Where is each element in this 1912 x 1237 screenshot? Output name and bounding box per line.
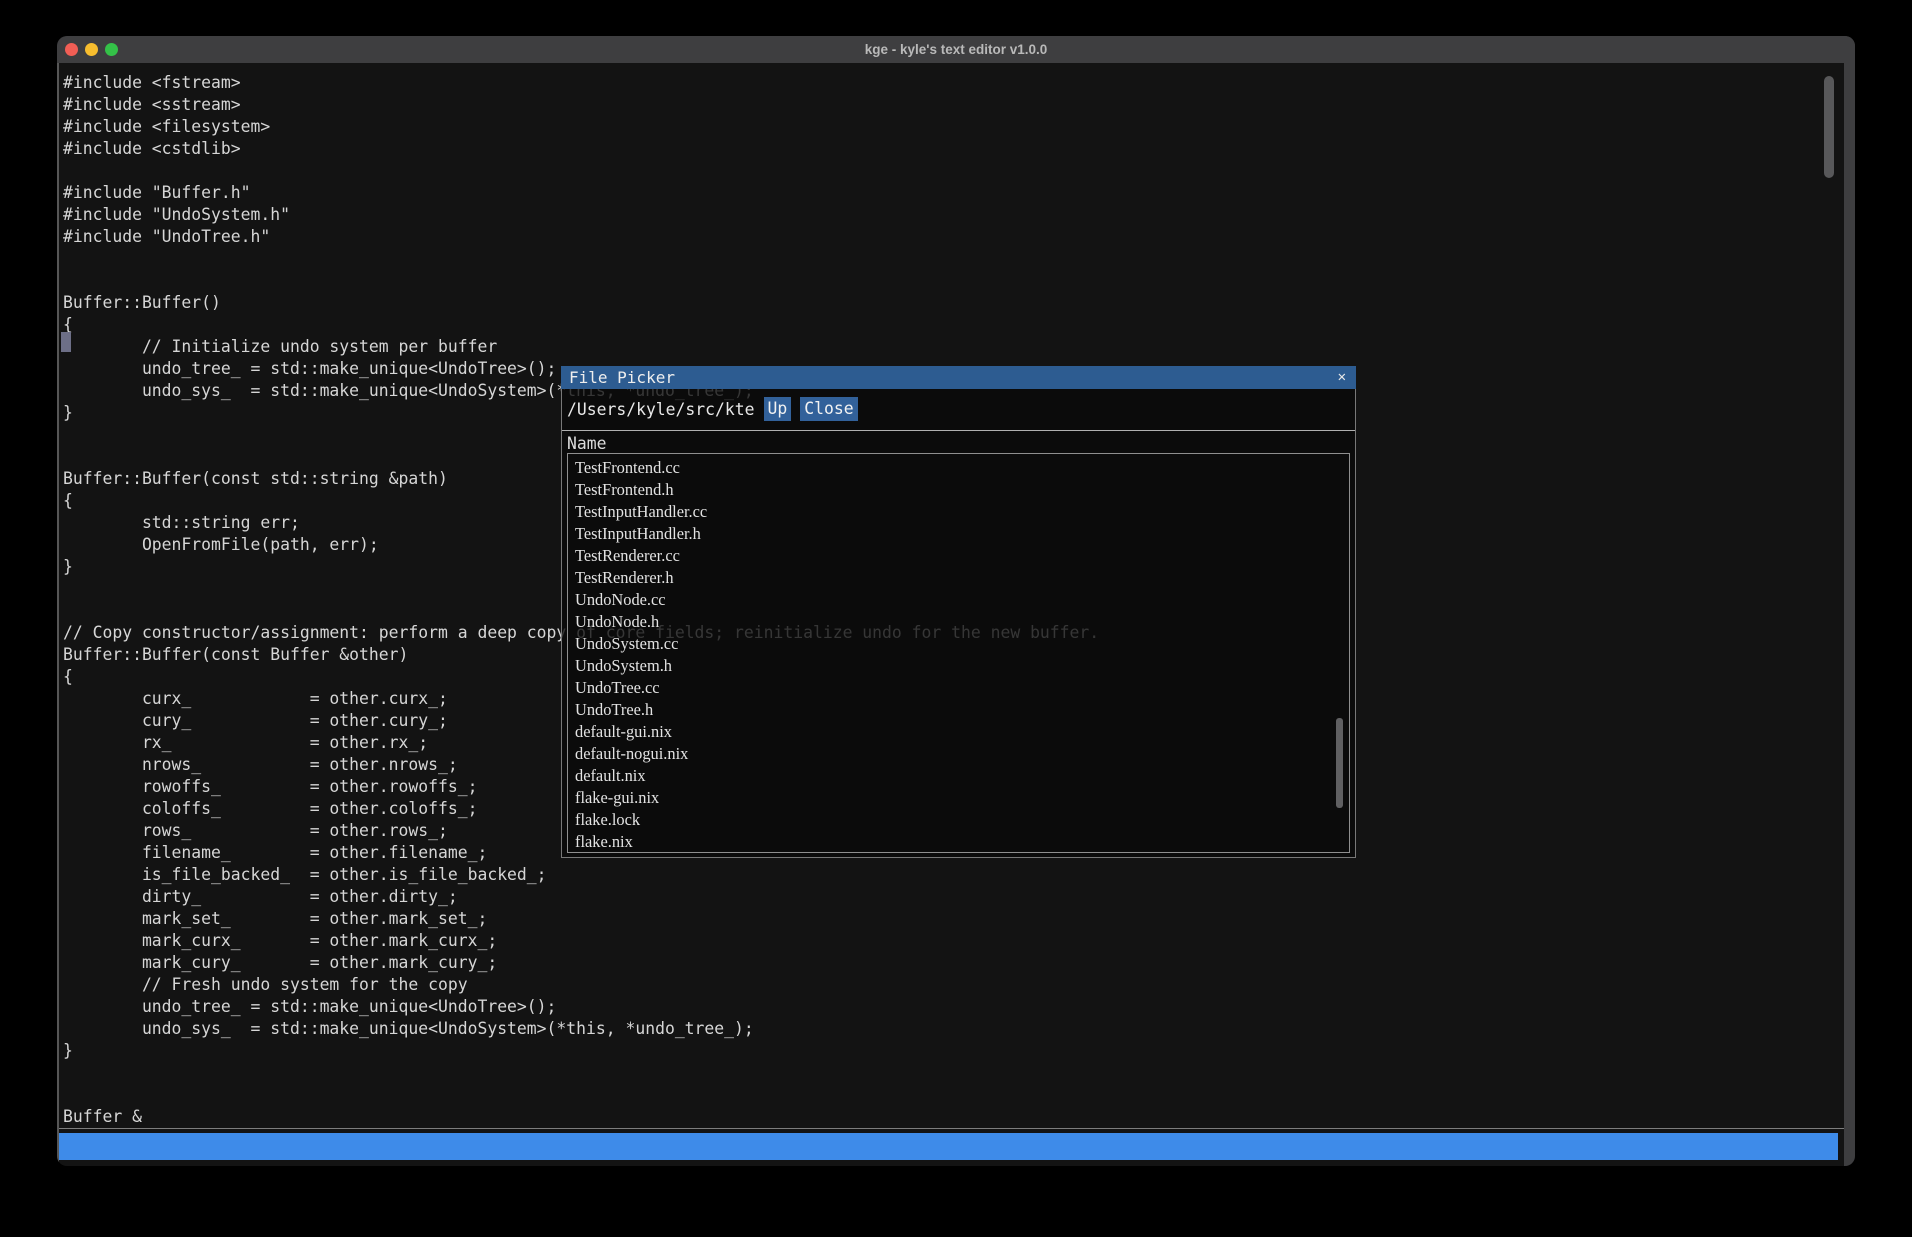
code-line: undo_tree_ = std::make_unique<UndoTree>(… [63, 996, 1844, 1018]
code-line [63, 1062, 1844, 1084]
status-version-file: kge v1.0.0 [1/1] Buffer.cc 486L [68, 1160, 384, 1166]
up-button[interactable]: Up [764, 397, 792, 421]
file-item[interactable]: flake.nix [575, 831, 1349, 853]
file-item[interactable]: UndoSystem.h [575, 655, 1349, 677]
file-item[interactable]: default-nogui.nix [575, 743, 1349, 765]
close-button[interactable]: Close [800, 397, 857, 421]
code-line: #include <fstream> [63, 72, 1844, 94]
code-line: // Fresh undo system for the copy [63, 974, 1844, 996]
file-list[interactable]: TestFrontend.ccTestFrontend.hTestInputHa… [567, 453, 1350, 853]
file-picker-dialog: File Picker ✕ /Users/kyle/src/kte Up Clo… [561, 366, 1356, 858]
code-line: #include "UndoTree.h" [63, 226, 1844, 248]
code-line [63, 270, 1844, 292]
file-item[interactable]: TestInputHandler.h [575, 523, 1349, 545]
path-row: /Users/kyle/src/kte Up Close [567, 396, 858, 422]
file-list-scrollbar-thumb[interactable] [1336, 718, 1343, 808]
file-item[interactable]: UndoTree.h [575, 699, 1349, 721]
code-line [63, 1084, 1844, 1106]
file-item[interactable]: TestRenderer.h [575, 567, 1349, 589]
file-item[interactable]: default-gui.nix [575, 721, 1349, 743]
code-line: } [63, 1040, 1844, 1062]
file-item[interactable]: UndoTree.cc [575, 677, 1349, 699]
file-item[interactable]: UndoNode.cc [575, 589, 1349, 611]
file-item[interactable]: TestRenderer.cc [575, 545, 1349, 567]
text-cursor [61, 332, 71, 352]
file-item[interactable]: default.nix [575, 765, 1349, 787]
window-title: kge - kyle's text editor v1.0.0 [57, 42, 1855, 57]
column-header-name: Name [567, 433, 606, 455]
file-item[interactable]: TestFrontend.cc [575, 457, 1349, 479]
code-line: mark_curx_ = other.mark_curx_; [63, 930, 1844, 952]
status-bar: kge v1.0.0 [1/1] Buffer.cc 486L Open Fil… [59, 1133, 1838, 1160]
editor-scrollbar-thumb[interactable] [1824, 76, 1834, 178]
file-item[interactable]: flake.lock [575, 809, 1349, 831]
file-item[interactable]: TestFrontend.h [575, 479, 1349, 501]
code-line: Buffer::Buffer() [63, 292, 1844, 314]
file-picker-body: /Users/kyle/src/kte Up Close Name TestFr… [562, 389, 1355, 857]
code-line [63, 160, 1844, 182]
code-line: undo_sys_ = std::make_unique<UndoSystem>… [63, 1018, 1844, 1040]
app-window: #include <fstream>#include <sstream>#inc… [57, 36, 1855, 1166]
code-line: Buffer & [63, 1106, 1844, 1128]
code-line: #include "UndoSystem.h" [63, 204, 1844, 226]
file-item[interactable]: TestInputHandler.cc [575, 501, 1349, 523]
statusbar-separator [59, 1128, 1844, 1129]
code-line: is_file_backed_ = other.is_file_backed_; [63, 864, 1844, 886]
code-line: #include <cstdlib> [63, 138, 1844, 160]
current-path: /Users/kyle/src/kte [567, 400, 755, 419]
code-line: mark_cury_ = other.mark_cury_; [63, 952, 1844, 974]
code-line: mark_set_ = other.mark_set_; [63, 908, 1844, 930]
close-icon[interactable]: ✕ [1338, 366, 1346, 389]
code-line [63, 248, 1844, 270]
window-right-frame [1844, 36, 1855, 1166]
code-line: #include <sstream> [63, 94, 1844, 116]
file-item[interactable]: UndoSystem.cc [575, 633, 1349, 655]
code-line: #include <filesystem> [63, 116, 1844, 138]
file-picker-title: File Picker [561, 368, 675, 387]
code-line: #include "Buffer.h" [63, 182, 1844, 204]
file-item[interactable]: flake-gui.nix [575, 787, 1349, 809]
path-separator [562, 430, 1355, 431]
code-line: dirty_ = other.dirty_; [63, 886, 1844, 908]
window-titlebar[interactable]: kge - kyle's text editor v1.0.0 [57, 36, 1855, 63]
file-picker-titlebar[interactable]: File Picker ✕ [561, 366, 1356, 389]
code-line: { [63, 314, 1844, 336]
code-line: // Initialize undo system per buffer [63, 336, 1844, 358]
file-item[interactable]: UndoNode.h [575, 611, 1349, 633]
window-left-edge [57, 63, 59, 1166]
